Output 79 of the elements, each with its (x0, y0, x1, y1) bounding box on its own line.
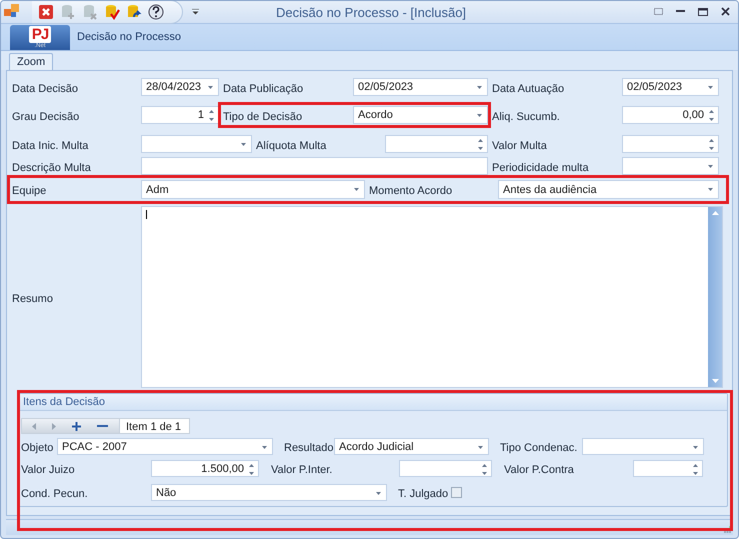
text-field[interactable] (141, 157, 488, 175)
field-label: Valor P.Inter. (271, 463, 334, 476)
date-field[interactable] (141, 135, 252, 153)
dropdown-field[interactable]: Acordo Judicial (334, 438, 489, 455)
minimize-icon[interactable] (676, 10, 685, 13)
number-field[interactable]: 0,00 (622, 106, 719, 124)
field-label: Data Autuação (492, 82, 566, 94)
field-label: Aliq. Sucumb. (492, 110, 561, 122)
field-label: Valor Juizo (21, 463, 76, 476)
field-label: Equipe (12, 184, 48, 197)
dropdown-arrow-icon[interactable] (693, 446, 698, 449)
customize-caret-icon[interactable] (192, 9, 199, 15)
number-field[interactable]: 1.500,00 (151, 460, 259, 477)
record-navigator[interactable] (21, 418, 120, 434)
dropdown-arrow-icon[interactable] (708, 86, 713, 89)
maximize-icon[interactable] (698, 8, 708, 16)
spin-arrows-icon[interactable] (709, 139, 714, 150)
spin-arrows-icon[interactable] (693, 464, 698, 475)
number-field[interactable] (633, 460, 703, 477)
number-field[interactable] (385, 135, 488, 153)
app-icon[interactable] (4, 4, 20, 20)
field-label: Descrição Multa (12, 160, 92, 174)
tab[interactable]: Zoom (9, 53, 54, 70)
spin-arrows-icon[interactable] (209, 110, 214, 121)
spin-arrows-icon[interactable] (478, 139, 483, 150)
field-label: Tipo Condenac. (500, 441, 578, 454)
dropdown-arrow-icon[interactable] (376, 492, 381, 495)
field-label: Data Publicação (223, 82, 304, 94)
field-label: Periodicidade multa (492, 160, 590, 174)
spin-arrows-icon[interactable] (709, 110, 714, 121)
date-field[interactable]: 02/05/2023 (622, 78, 719, 96)
database-arrow-icon[interactable] (126, 4, 142, 20)
help-icon[interactable] (148, 4, 164, 20)
page-title: Decisão no Processo (77, 31, 181, 43)
field-label: Tipo de Decisão (223, 110, 304, 122)
dropdown-arrow-icon[interactable] (241, 143, 246, 146)
field-label: Cond. Pecun. (21, 487, 89, 500)
window-title: Decisão no Processo - [Inclusão] (276, 5, 466, 20)
group-title: Itens da Decisão (23, 396, 105, 408)
dropdown-field[interactable]: Adm (141, 180, 365, 199)
dropdown-field[interactable]: PCAC - 2007 (57, 438, 273, 455)
number-field[interactable]: 1 (141, 106, 219, 124)
date-field[interactable]: 28/04/2023 (141, 78, 219, 96)
dropdown-arrow-icon[interactable] (708, 188, 713, 191)
database-check-icon[interactable] (104, 4, 120, 20)
dropdown-arrow-icon[interactable] (208, 86, 213, 89)
number-field[interactable] (399, 460, 492, 477)
dropdown-field[interactable]: Não (151, 484, 387, 501)
date-field[interactable]: 02/05/2023 (353, 78, 488, 96)
close-icon[interactable] (38, 4, 54, 20)
restore-icon[interactable] (654, 8, 663, 15)
dropdown-arrow-icon[interactable] (354, 188, 359, 191)
field-label: Momento Acordo (369, 184, 454, 197)
checkbox[interactable] (451, 487, 462, 498)
field-label: Resumo (12, 292, 54, 304)
dropdown-arrow-icon[interactable] (478, 446, 483, 449)
dropdown-field[interactable] (582, 438, 704, 455)
field-label: Objeto (21, 441, 54, 454)
spin-arrows-icon[interactable] (482, 464, 487, 475)
field-label: Data Decisão (12, 82, 80, 94)
dropdown-arrow-icon[interactable] (477, 114, 482, 117)
field-label: Valor P.Contra (504, 463, 575, 476)
dropdown-field[interactable]: Acordo (353, 106, 488, 124)
close-icon[interactable] (721, 7, 730, 16)
record-position: Item 1 de 1 (120, 418, 190, 434)
dropdown-arrow-icon[interactable] (262, 446, 267, 449)
field-label: Resultado (284, 441, 334, 454)
dropdown-arrow-icon[interactable] (708, 165, 713, 168)
dropdown-field[interactable]: Antes da audiência (498, 180, 719, 199)
field-label: Valor Multa (492, 138, 548, 152)
spin-arrows-icon[interactable] (249, 464, 254, 475)
dropdown-arrow-icon[interactable] (477, 86, 482, 89)
field-label: Data Inic. Multa (12, 138, 90, 152)
add-icon[interactable] (72, 422, 81, 430)
field-label: Grau Decisão (12, 110, 80, 122)
number-field[interactable] (622, 135, 719, 153)
field-label: T. Julgado (398, 487, 450, 500)
dropdown-field[interactable] (622, 157, 719, 175)
field-label: Alíquota Multa (256, 138, 328, 152)
